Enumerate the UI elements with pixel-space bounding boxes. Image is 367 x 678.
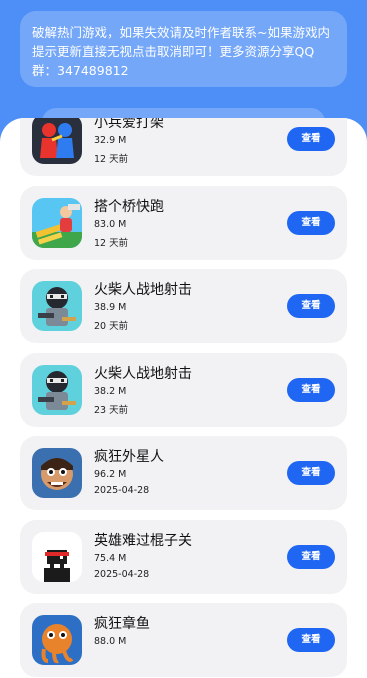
app-card[interactable]: 英雄难过棍子关 75.4 M 2025-04-28 查看 bbox=[20, 519, 347, 594]
view-button[interactable]: 查看 bbox=[287, 377, 335, 402]
app-size: 75.4 M bbox=[94, 552, 127, 564]
app-card[interactable]: 小兵爱打架 32.9 M 12 天前 查看 bbox=[20, 118, 347, 176]
app-date: 12 天前 bbox=[94, 154, 129, 165]
app-date: 20 天前 bbox=[94, 321, 129, 332]
app-name: 英雄难过棍子关 bbox=[94, 532, 192, 549]
stick-hero-icon bbox=[32, 531, 82, 582]
app-size: 88.0 M bbox=[94, 636, 127, 647]
app-date: 23 天前 bbox=[94, 404, 129, 416]
app-card[interactable]: 搭个桥快跑 83.0 M 12 天前 查看 bbox=[20, 185, 347, 260]
view-button[interactable]: 查看 bbox=[287, 544, 335, 569]
app-name: 疯狂外星人 bbox=[94, 449, 164, 465]
app-size: 38.2 M bbox=[94, 385, 127, 397]
stickman-fight-icon bbox=[32, 118, 82, 164]
app-size: 83.0 M bbox=[94, 218, 127, 230]
view-button[interactable]: 查看 bbox=[287, 210, 335, 235]
notice-banner: 破解热门游戏，如果失效请及时作者联系~如果游戏内提示更新直接无视点击取消即可！更… bbox=[20, 11, 347, 87]
view-button[interactable]: 查看 bbox=[287, 461, 335, 485]
ninja-shooter-icon bbox=[32, 364, 82, 415]
app-size: 96.2 M bbox=[94, 469, 127, 480]
app-date: 2025-04-28 bbox=[94, 568, 150, 580]
app-date: 2025-04-28 bbox=[94, 485, 150, 496]
notice-text: 破解热门游戏，如果失效请及时作者联系~如果游戏内提示更新直接无视点击取消即可！更… bbox=[32, 25, 330, 78]
app-date: 12 天前 bbox=[94, 237, 129, 249]
app-list-sheet: 小兵爱打架 32.9 M 12 天前 查看 搭个桥快跑 83.0 M 12 天前… bbox=[0, 118, 367, 678]
crazy-octopus-icon bbox=[32, 615, 82, 665]
app-name: 疯狂章鱼 bbox=[94, 616, 150, 632]
app-list: 小兵爱打架 32.9 M 12 天前 查看 搭个桥快跑 83.0 M 12 天前… bbox=[20, 118, 347, 678]
view-button[interactable]: 查看 bbox=[287, 127, 335, 151]
app-name: 小兵爱打架 bbox=[94, 118, 164, 131]
ninja-shooter-icon bbox=[32, 281, 82, 331]
app-name: 搭个桥快跑 bbox=[94, 198, 164, 215]
app-name: 火柴人战地射击 bbox=[94, 282, 192, 298]
app-card[interactable]: 疯狂章鱼 88.0 M 查看 bbox=[20, 603, 347, 677]
view-button[interactable]: 查看 bbox=[287, 628, 335, 652]
app-card[interactable]: 火柴人战地射击 38.9 M 20 天前 查看 bbox=[20, 269, 347, 343]
app-card[interactable]: 疯狂外星人 96.2 M 2025-04-28 查看 bbox=[20, 436, 347, 510]
app-card[interactable]: 火柴人战地射击 38.2 M 23 天前 查看 bbox=[20, 352, 347, 427]
bridge-runner-icon bbox=[32, 197, 82, 248]
app-name: 火柴人战地射击 bbox=[94, 365, 192, 382]
view-button[interactable]: 查看 bbox=[287, 294, 335, 318]
app-size: 32.9 M bbox=[94, 135, 127, 146]
crazy-alien-icon bbox=[32, 448, 82, 498]
app-size: 38.9 M bbox=[94, 302, 127, 313]
